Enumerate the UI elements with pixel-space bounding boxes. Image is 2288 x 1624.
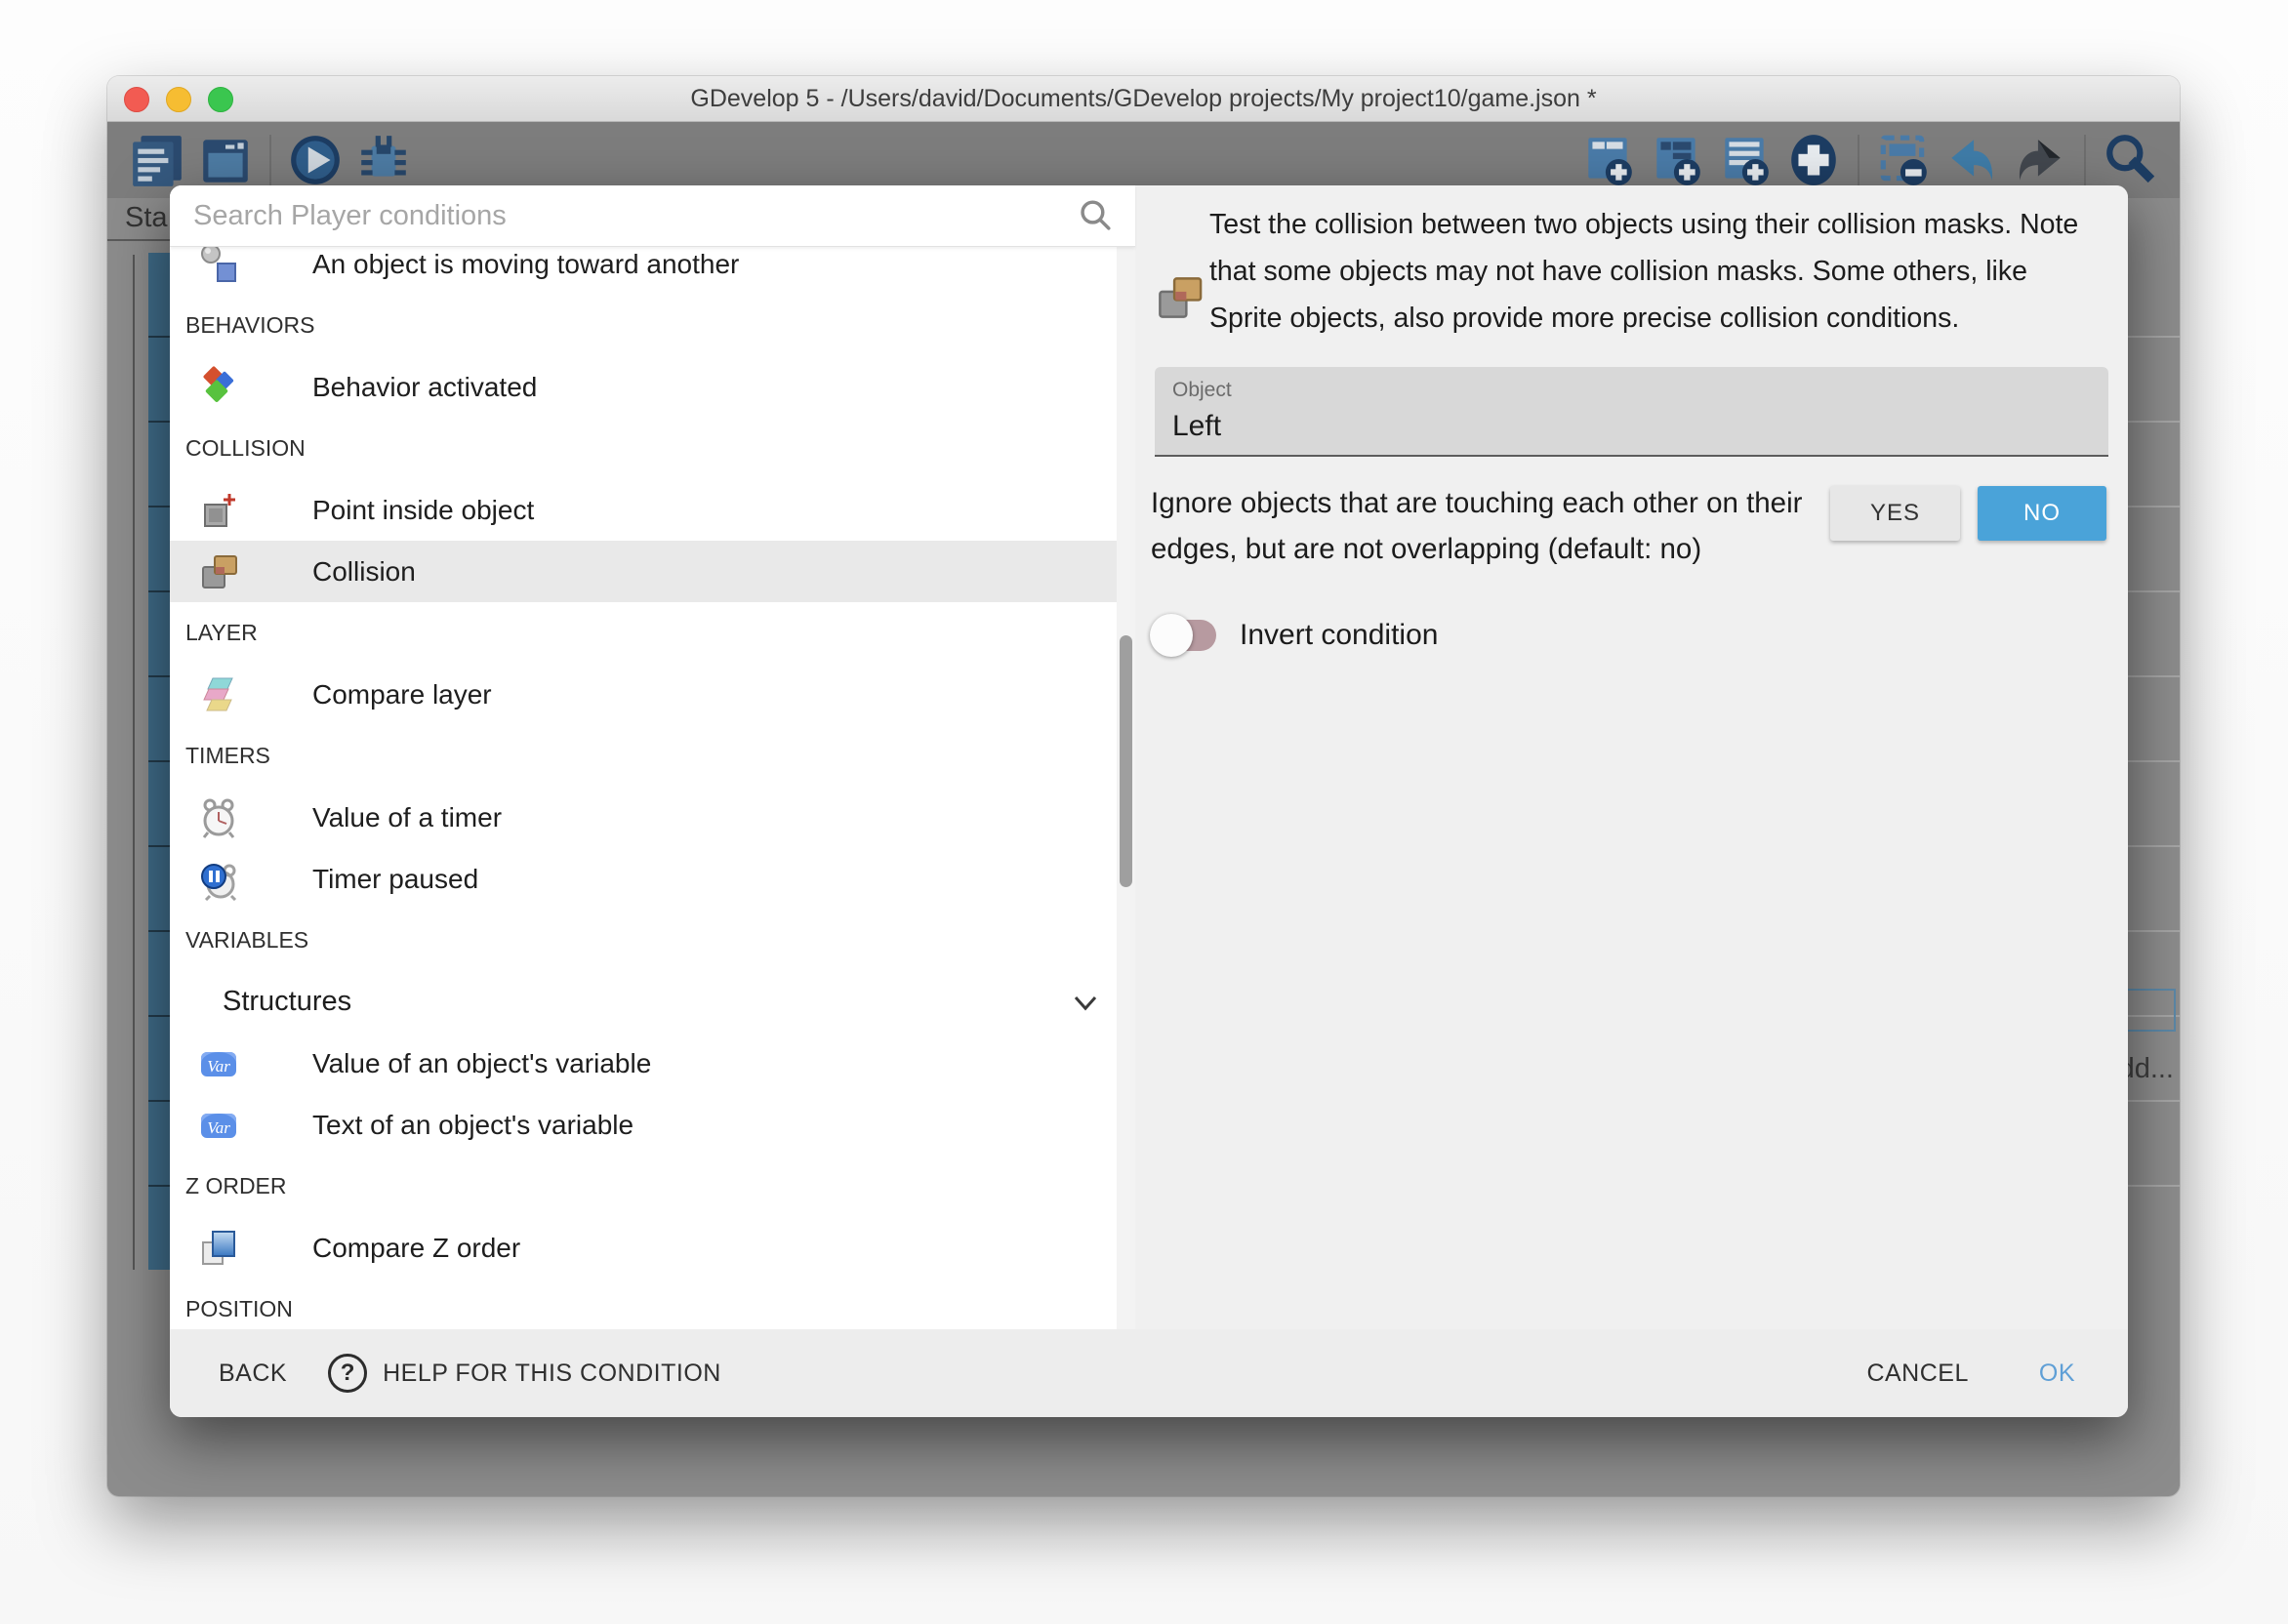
search-toolbar-icon[interactable] xyxy=(2102,132,2158,188)
conditions-list-pane: An object is moving toward another BEHAVI… xyxy=(170,185,1135,1329)
help-button[interactable]: ? HELP FOR THIS CONDITION xyxy=(328,1354,721,1393)
add-event-icon[interactable] xyxy=(1580,132,1637,188)
back-button[interactable]: BACK xyxy=(219,1360,287,1388)
ok-button[interactable]: OK xyxy=(2039,1360,2075,1388)
condition-item[interactable]: Collision xyxy=(170,541,1119,602)
object-field[interactable]: Object Left xyxy=(1155,367,2108,457)
selected-event-outline xyxy=(2121,989,2176,1032)
events-border-line xyxy=(133,255,135,1270)
conditions-list: An object is moving toward another BEHAVI… xyxy=(170,247,1135,1329)
condition-detail-pane: Test the collision between two objects u… xyxy=(1135,185,2128,1329)
condition-item-label: Timer paused xyxy=(312,864,478,895)
behavior-icon xyxy=(197,366,240,409)
condition-item-label: Value of a timer xyxy=(312,802,502,833)
search-bar xyxy=(170,185,1135,247)
condition-item-label: Compare Z order xyxy=(312,1233,520,1264)
timer-paused-icon xyxy=(197,858,240,901)
titlebar: GDevelop 5 - /Users/david/Documents/GDev… xyxy=(107,76,2180,122)
condition-item[interactable]: Compare Z order xyxy=(170,1217,1119,1279)
collision-icon xyxy=(197,550,240,593)
z-order-icon xyxy=(197,1227,240,1270)
delete-event-icon[interactable] xyxy=(1875,132,1932,188)
search-icon xyxy=(1077,197,1114,234)
section-header: TIMERS xyxy=(170,725,1135,787)
section-header: COLLISION xyxy=(170,418,1135,479)
section-header: VARIABLES xyxy=(170,910,1135,971)
accordion-label: Structures xyxy=(223,986,351,1018)
dialog-footer: BACK ? HELP FOR THIS CONDITION CANCEL OK xyxy=(170,1329,2128,1417)
play-icon[interactable] xyxy=(287,132,344,188)
window-title: GDevelop 5 - /Users/david/Documents/GDev… xyxy=(107,76,2180,121)
svg-text:Var: Var xyxy=(207,1118,230,1137)
condition-item[interactable]: Behavior activated xyxy=(170,356,1119,418)
condition-item[interactable]: An object is moving toward another xyxy=(170,247,1119,295)
chevron-down-icon xyxy=(1071,988,1100,1017)
object-moving-toward-icon xyxy=(197,247,240,286)
list-scrollbar[interactable] xyxy=(1117,247,1135,1329)
condition-editor-dialog: An object is moving toward another BEHAVI… xyxy=(170,185,2128,1417)
condition-item-label: Collision xyxy=(312,556,416,588)
condition-item-label: Value of an object's variable xyxy=(312,1048,651,1079)
add-comment-icon[interactable] xyxy=(1717,132,1774,188)
toggle-knob[interactable] xyxy=(1150,614,1193,657)
condition-item-label: Text of an object's variable xyxy=(312,1110,633,1141)
condition-item[interactable]: Compare layer xyxy=(170,664,1119,725)
object-field-value: Left xyxy=(1172,410,2108,443)
variable-icon: Var xyxy=(197,1042,240,1085)
invert-condition-label: Invert condition xyxy=(1240,619,1438,652)
point-inside-object-icon xyxy=(197,489,240,532)
accordion-structures[interactable]: Structures xyxy=(170,971,1135,1033)
condition-item[interactable]: Point inside object xyxy=(170,479,1119,541)
condition-item[interactable]: Var Text of an object's variable xyxy=(170,1094,1119,1156)
condition-item-label: Point inside object xyxy=(312,495,534,526)
object-field-label: Object xyxy=(1172,379,2108,402)
condition-description: Test the collision between two objects u… xyxy=(1209,201,2085,342)
variable-icon: Var xyxy=(197,1104,240,1147)
collision-icon xyxy=(1153,271,1205,324)
condition-item[interactable]: Timer paused xyxy=(170,848,1119,910)
project-manager-icon[interactable] xyxy=(129,132,185,188)
help-icon: ? xyxy=(328,1354,367,1393)
no-button[interactable]: NO xyxy=(1978,486,2106,541)
toolbar-separator xyxy=(1858,135,1859,185)
section-header: Z ORDER xyxy=(170,1156,1135,1217)
yes-button[interactable]: YES xyxy=(1830,486,1960,541)
invert-condition-toggle[interactable] xyxy=(1154,620,1216,651)
scene-tab-label: Sta xyxy=(125,202,168,234)
condition-item[interactable]: Value of a timer xyxy=(170,787,1119,848)
section-header: BEHAVIORS xyxy=(170,295,1135,356)
condition-item[interactable]: Var Value of an object's variable xyxy=(170,1033,1119,1094)
section-header: POSITION xyxy=(170,1279,1135,1329)
condition-item-label: Behavior activated xyxy=(312,372,537,403)
toolbar-separator xyxy=(2084,135,2086,185)
search-input[interactable] xyxy=(170,200,1077,232)
help-button-label: HELP FOR THIS CONDITION xyxy=(383,1360,721,1388)
debug-icon[interactable] xyxy=(355,132,412,188)
condition-item-label: Compare layer xyxy=(312,679,492,710)
redo-icon[interactable] xyxy=(2012,132,2068,188)
add-subevent-icon[interactable] xyxy=(1649,132,1705,188)
desktop: GDevelop 5 - /Users/david/Documents/GDev… xyxy=(0,0,2288,1624)
cancel-button[interactable]: CANCEL xyxy=(1866,1360,1968,1388)
toolbar-separator xyxy=(269,135,271,185)
svg-text:Var: Var xyxy=(207,1057,230,1076)
compare-layer-icon xyxy=(197,673,240,716)
scrollbar-thumb[interactable] xyxy=(1120,635,1132,887)
undo-icon[interactable] xyxy=(1943,132,2000,188)
add-circle-icon[interactable] xyxy=(1785,132,1842,188)
condition-item-label: An object is moving toward another xyxy=(312,249,739,280)
timer-icon xyxy=(197,796,240,839)
section-header: LAYER xyxy=(170,602,1135,664)
scene-editor-icon[interactable] xyxy=(197,132,254,188)
ignore-edges-label: Ignore objects that are touching each ot… xyxy=(1151,480,1811,572)
